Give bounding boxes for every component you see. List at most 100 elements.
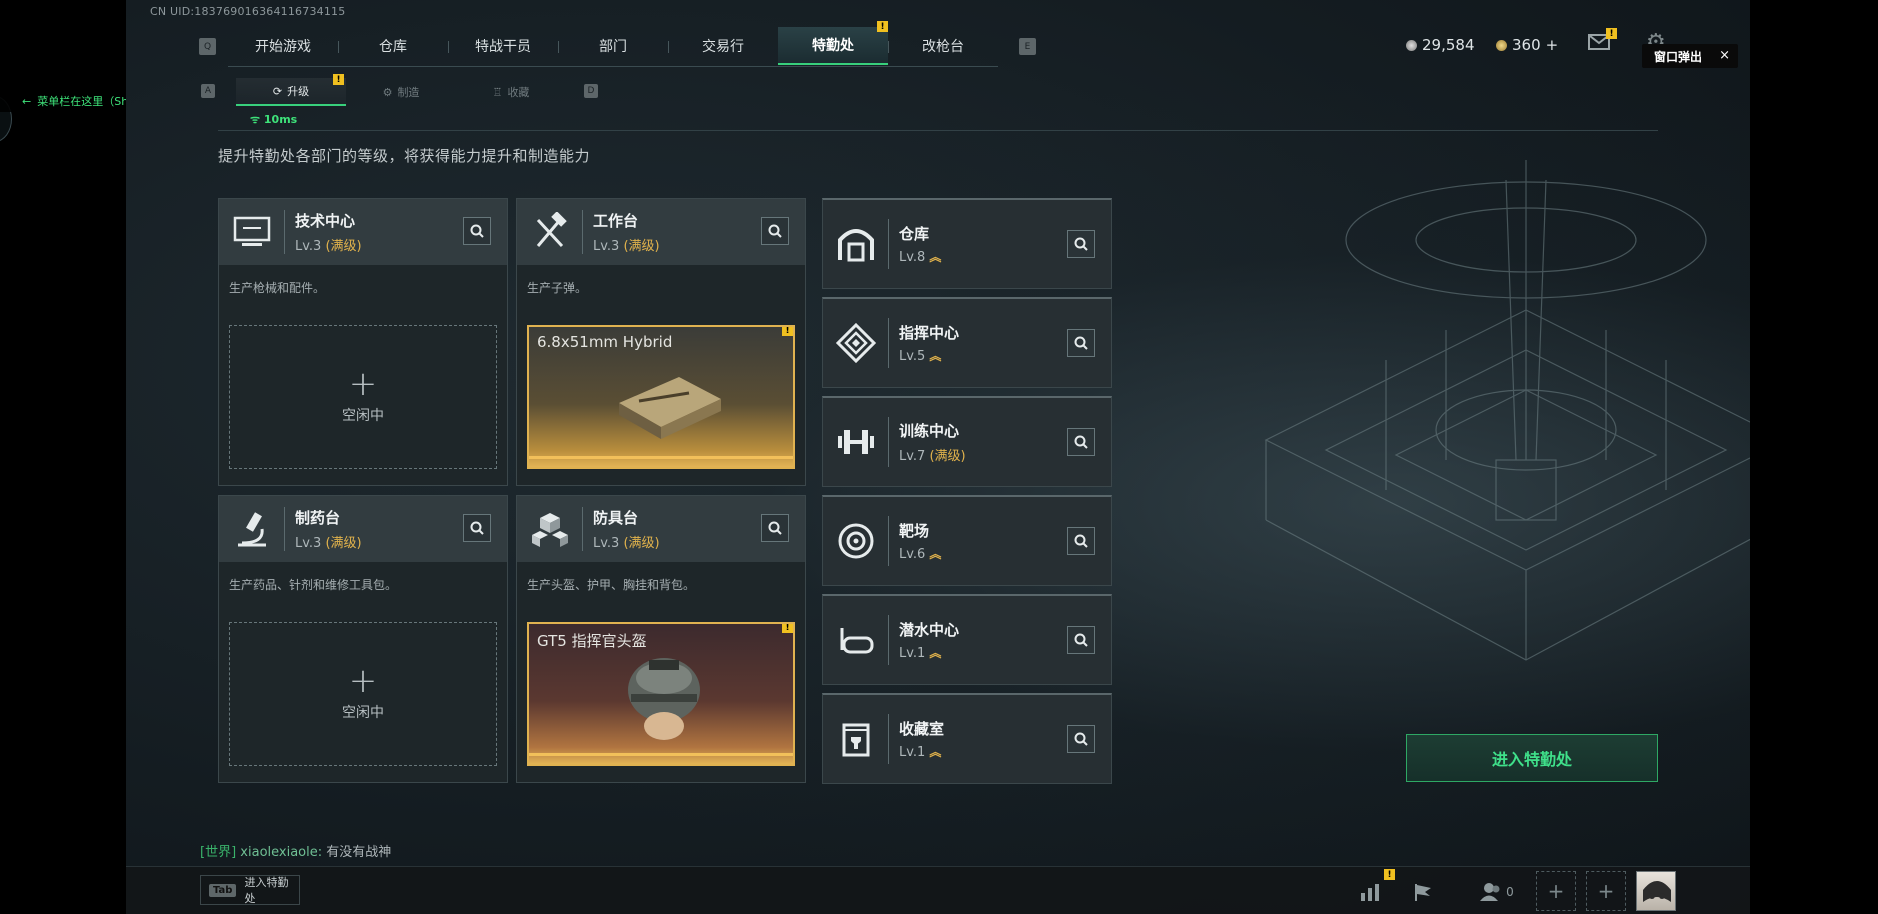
dept-card-tech-center[interactable]: 技术中心 Lv.3 (满级) 生产枪械和配件。 + 空闲中 [218, 198, 508, 486]
tab-departments[interactable]: 部门 [558, 27, 668, 65]
dept-title: 训练中心 [899, 422, 960, 440]
enter-special-ops-button[interactable]: 进入特勤处 [1406, 734, 1658, 782]
dept-row-command-center[interactable]: 指挥中心 Lv.5 ︽ [822, 297, 1112, 388]
search-icon [768, 224, 782, 238]
idle-production-slot[interactable]: + 空闲中 [229, 325, 497, 469]
dept-level: Lv.7 (满级) [899, 449, 966, 464]
dept-row-training-center[interactable]: 训练中心 Lv.7 (满级) [822, 396, 1112, 487]
chat-user[interactable]: xiaolexiaole: [240, 845, 322, 860]
card-title: 制药台 [295, 509, 341, 527]
nav-prev-key[interactable]: Q [199, 38, 216, 55]
dept-row-collection-room[interactable]: 收藏室 Lv.1 ︽ [822, 693, 1112, 784]
tab-label: 交易行 [702, 39, 744, 55]
search-icon [1074, 633, 1088, 647]
idle-production-slot[interactable]: + 空闲中 [229, 622, 497, 766]
search-button[interactable] [463, 217, 491, 245]
tab-gunsmith[interactable]: 改枪台 [888, 27, 998, 65]
dept-title: 仓库 [899, 225, 930, 243]
idle-label: 空闲中 [342, 705, 384, 721]
nav-next-key[interactable]: E [1019, 38, 1036, 55]
search-button[interactable] [463, 514, 491, 542]
production-item-helmet[interactable]: GT5 指挥官头盔 ! [527, 622, 795, 766]
search-button[interactable] [1067, 428, 1095, 456]
dept-card-pharmacy[interactable]: 制药台 Lv.3 (满级) 生产药品、针剂和维修工具包。 + 空闲中 [218, 495, 508, 783]
tab-label: 改枪台 [922, 39, 964, 55]
subnav-next-key[interactable]: D [584, 84, 598, 98]
silver-amount: 29,584 [1422, 36, 1475, 54]
dept-title: 收藏室 [899, 720, 945, 738]
dept-row-diving-center[interactable]: 潜水中心 Lv.1 ︽ [822, 594, 1112, 685]
search-button[interactable] [1067, 329, 1095, 357]
window-popout[interactable]: 窗口弹出 × [1642, 44, 1738, 68]
popout-label: 窗口弹出 [1654, 49, 1703, 64]
alert-badge: ! [877, 21, 888, 32]
trophy-case-icon [823, 714, 889, 764]
flag-icon[interactable] [1408, 877, 1438, 907]
silver-coin-icon [1406, 39, 1417, 51]
dumbbell-icon [823, 417, 889, 467]
friends-icon[interactable]: 0 [1472, 877, 1522, 907]
dept-row-shooting-range[interactable]: 靶场 Lv.6 ︽ [822, 495, 1112, 586]
card-level: Lv.3 (满级) [593, 536, 660, 551]
production-item-ammo[interactable]: 6.8x51mm Hybrid ! [527, 325, 795, 469]
dept-card-workbench[interactable]: 工作台 Lv.3 (满级) 生产子弹。 6.8x51mm Hybrid ! [516, 198, 806, 486]
search-icon [1074, 534, 1088, 548]
subtab-craft[interactable]: ⚙ 制造 [346, 78, 456, 106]
world-chat-line[interactable]: [世界] xiaolexiaole: 有没有战神 [200, 841, 391, 860]
back-arrow-icon: ← [22, 94, 32, 108]
subtab-collection[interactable]: ♖ 收藏 [456, 78, 566, 106]
dept-card-armor[interactable]: 防具台 Lv.3 (满级) 生产头盔、护甲、胸挂和背包。 GT5 指挥官头盔 ! [516, 495, 806, 783]
close-icon[interactable]: × [1719, 48, 1730, 63]
search-button[interactable] [761, 514, 789, 542]
helmet-icon [628, 658, 700, 740]
search-button[interactable] [1067, 626, 1095, 654]
gold-currency[interactable]: 360 + [1496, 36, 1558, 54]
plus-icon: + [348, 661, 378, 701]
search-button[interactable] [1067, 527, 1095, 555]
search-button[interactable] [1067, 230, 1095, 258]
dept-row-warehouse[interactable]: 仓库 Lv.8 ︽ [822, 198, 1112, 289]
chat-channel: [世界] [200, 845, 237, 860]
upgrade-available-icon: ︽ [929, 349, 942, 363]
party-slot-2[interactable]: + [1586, 871, 1626, 911]
tab-special-ops[interactable]: 特勤处 ! [778, 21, 888, 65]
card-description: 生产药品、针剂和维修工具包。 [229, 578, 398, 592]
plus-icon: + [1597, 879, 1615, 903]
tab-warehouse[interactable]: 仓库 [338, 27, 448, 65]
party-slot-1[interactable]: + [1536, 871, 1576, 911]
command-icon [823, 318, 889, 368]
subtab-label: 升级 [287, 85, 310, 98]
tab-trade[interactable]: 交易行 [668, 27, 778, 65]
ping-value: 10ms [263, 113, 298, 126]
subtab-upgrade[interactable]: ⟳ 升级 ! [236, 74, 346, 106]
card-header: 防具台 Lv.3 (满级) [517, 496, 805, 562]
dept-title: 潜水中心 [899, 621, 960, 639]
tab-label: 仓库 [379, 39, 407, 55]
card-description: 生产子弹。 [527, 281, 588, 295]
subnav-prev-key[interactable]: A [201, 84, 215, 98]
garage-icon [823, 219, 889, 269]
avatar[interactable] [1636, 871, 1676, 911]
tab-label: 特战干员 [475, 39, 531, 55]
search-icon [1074, 336, 1088, 350]
tab-separator [448, 41, 449, 53]
ping-indicator: ᯤ 10ms [250, 112, 297, 127]
subtab-label: 收藏 [507, 86, 530, 99]
dept-level: Lv.5 ︽ [899, 349, 942, 364]
tab-hint-button[interactable]: Tab 进入特勤处 [200, 875, 300, 905]
card-header: 工作台 Lv.3 (满级) [517, 199, 805, 265]
tab-separator [888, 41, 889, 53]
add-gold-button[interactable]: + [1546, 36, 1559, 54]
tab-start-game[interactable]: 开始游戏 [228, 27, 338, 65]
tab-operators[interactable]: 特战干员 [448, 27, 558, 65]
search-button[interactable] [761, 217, 789, 245]
ammo-box-icon [619, 377, 721, 439]
craft-icon: ⚙ [382, 85, 393, 99]
bottom-bar: Tab 进入特勤处 ! 0 + + [126, 866, 1750, 914]
player-uid: CN UID:18376901636411673411​5 [150, 5, 346, 18]
card-title: 技术中心 [295, 212, 356, 230]
card-header: 制药台 Lv.3 (满级) [219, 496, 507, 562]
stats-chart-icon[interactable] [1356, 877, 1386, 907]
search-button[interactable] [1067, 725, 1095, 753]
computer-icon [219, 210, 285, 254]
